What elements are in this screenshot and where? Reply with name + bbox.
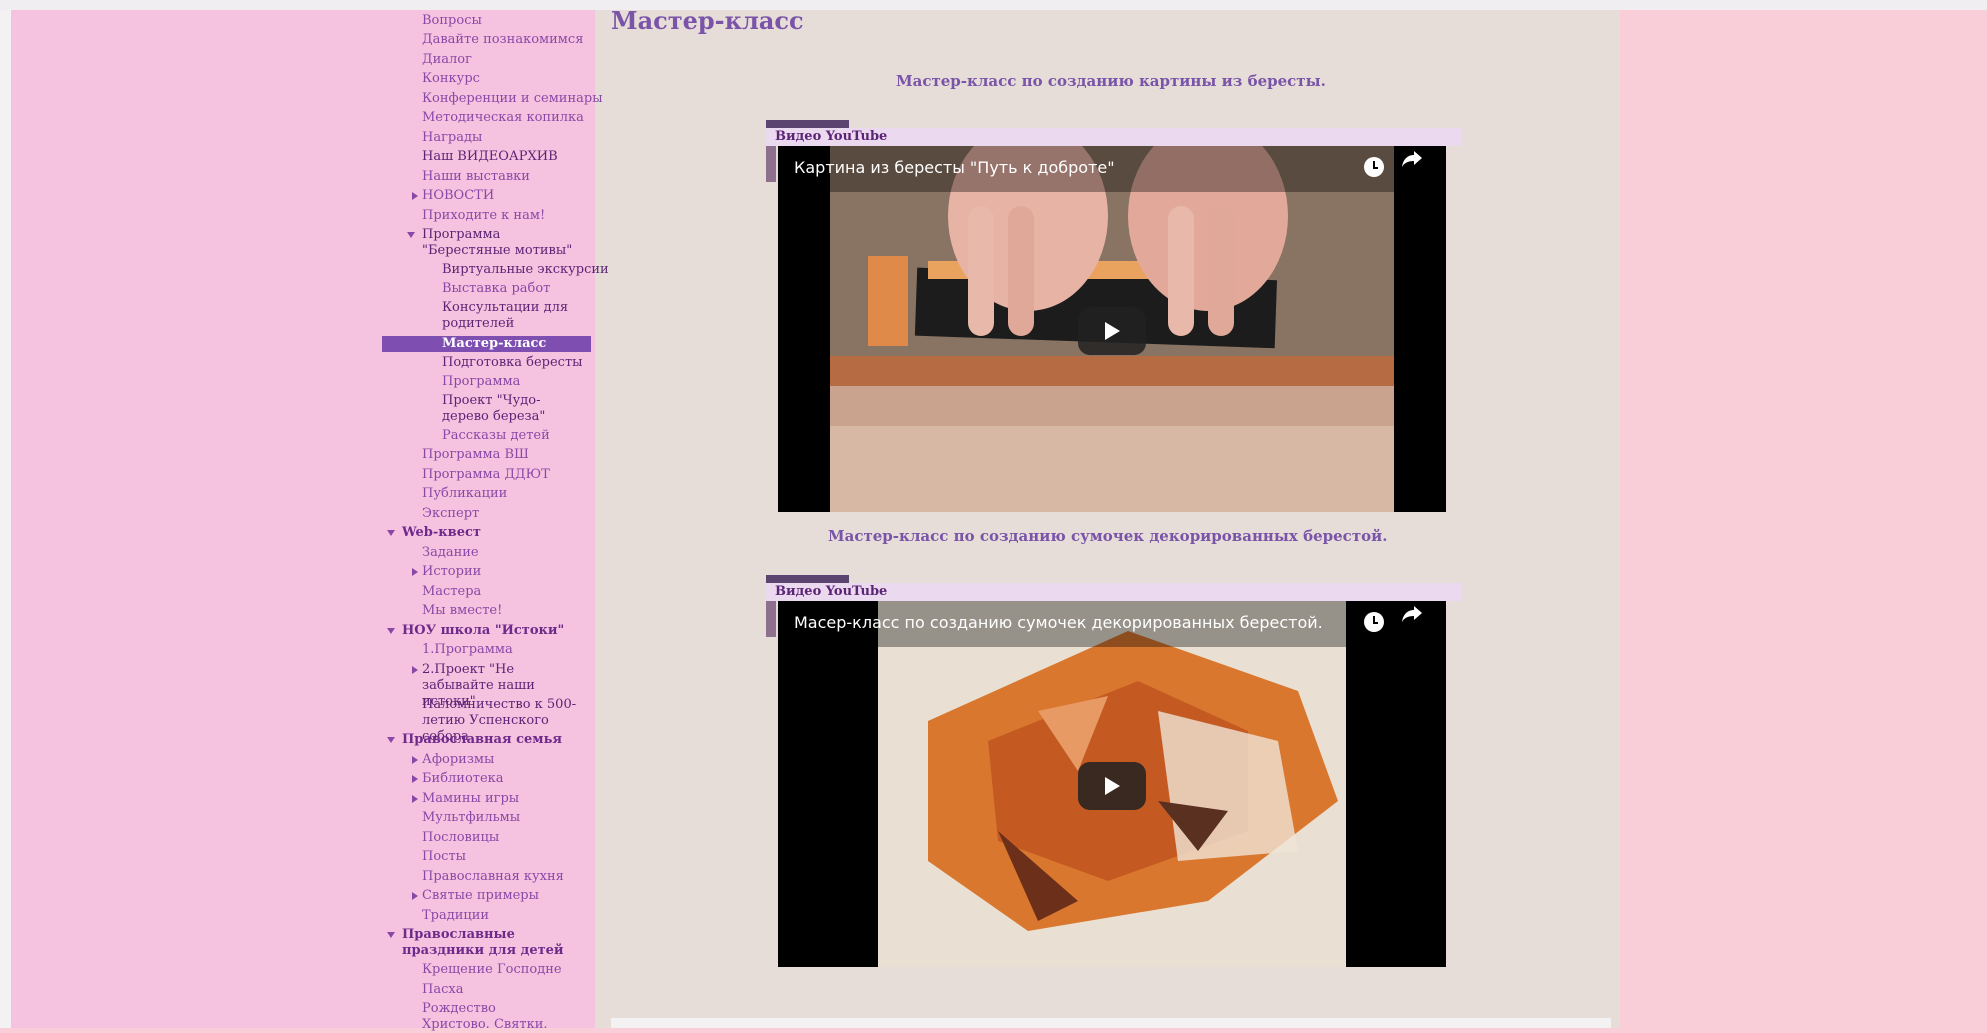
sidebar-item-programma-vsh[interactable]: Программа ВШ <box>422 447 529 463</box>
sidebar-item-1-programma[interactable]: 1.Программа <box>422 642 513 658</box>
sidebar-item-master-klass[interactable]: Мастер-класс <box>382 336 591 352</box>
video-player[interactable]: Картина из бересты "Путь к доброте" <box>778 146 1446 512</box>
sidebar-item-metodicheskaya-kopilka[interactable]: Методическая копилка <box>422 110 584 126</box>
video-player[interactable]: Масер-класс по созданию сумочек декориро… <box>778 601 1446 967</box>
share-icon[interactable] <box>1400 146 1424 170</box>
sidebar-item-istorii[interactable]: Истории <box>422 564 481 580</box>
sidebar-item-nash-videoarkhiv[interactable]: Наш ВИДЕОАРХИВ <box>422 149 558 165</box>
sidebar-item-my-vmeste[interactable]: Мы вместе! <box>422 603 502 619</box>
page-title: Мастер-класс <box>611 6 804 35</box>
video-title[interactable]: Картина из бересты "Путь к доброте" <box>794 158 1115 177</box>
sidebar-item-chudo-derevo[interactable]: Проект "Чудо-дерево береза" <box>442 393 582 425</box>
sidebar-item-poslovitsy[interactable]: Пословицы <box>422 830 499 846</box>
sidebar-item-traditsii[interactable]: Традиции <box>422 908 489 924</box>
content-footer <box>611 1018 1611 1028</box>
collapse-arrow-icon[interactable] <box>387 530 395 536</box>
collapse-arrow-icon[interactable] <box>387 628 395 634</box>
sidebar-item-konkurs[interactable]: Конкурс <box>422 71 480 87</box>
collapse-arrow-icon[interactable] <box>387 932 395 938</box>
sidebar-item-nou-shkola-istoki[interactable]: НОУ школа "Истоки" <box>402 623 564 639</box>
play-icon[interactable] <box>1078 307 1146 355</box>
video-embed: Видео YouTube Масер-класс по созданию су… <box>766 553 1461 967</box>
share-icon[interactable] <box>1400 601 1424 625</box>
play-icon[interactable] <box>1078 762 1146 810</box>
sidebar-item-dialog[interactable]: Диалог <box>422 52 472 68</box>
sidebar-item-publikatsii[interactable]: Публикации <box>422 486 507 502</box>
sidebar-item-kreshchenie[interactable]: Крещение Господне <box>422 962 562 978</box>
sidebar-item-virtualnye-ekskursii[interactable]: Виртуальные экскурсии <box>442 262 609 278</box>
right-margin <box>1620 10 1987 1028</box>
sidebar-item-prikhodite[interactable]: Приходите к нам! <box>422 208 545 224</box>
sidebar-item-rozhdestvo[interactable]: Рождество Христово. Святки. <box>422 1001 562 1033</box>
sidebar-item-zadanie[interactable]: Задание <box>422 545 479 561</box>
sidebar-item-voprosy[interactable]: Вопросы <box>422 13 482 29</box>
sidebar-item-konsultatsii[interactable]: Консультации для родителей <box>442 300 572 332</box>
video-source-label: Видео YouTube <box>775 584 888 599</box>
sidebar-item-podgotovka-beresty[interactable]: Подготовка бересты <box>442 355 583 371</box>
expand-arrow-icon[interactable] <box>412 756 418 764</box>
sidebar-item-pravoslavnaya-kukhnya[interactable]: Православная кухня <box>422 869 564 885</box>
expand-arrow-icon[interactable] <box>412 568 418 576</box>
sidebar-item-web-kvest[interactable]: Web-квест <box>402 525 481 541</box>
sidebar-item-pravoslavnaya-semya[interactable]: Православная семья <box>402 732 562 748</box>
expand-arrow-icon[interactable] <box>412 795 418 803</box>
expand-arrow-icon[interactable] <box>412 775 418 783</box>
sidebar-item-rasskazy-detey[interactable]: Рассказы детей <box>442 428 550 444</box>
sidebar-item-posty[interactable]: Посты <box>422 849 466 865</box>
left-edge <box>0 10 11 1028</box>
sidebar-item-vystavka-rabot[interactable]: Выставка работ <box>442 281 550 297</box>
sidebar-item-programma-ddyut[interactable]: Программа ДДЮТ <box>422 467 550 483</box>
sidebar-item-mastera[interactable]: Мастера <box>422 584 481 600</box>
sidebar-item-maminy-igry[interactable]: Мамины игры <box>422 791 519 807</box>
watch-later-icon[interactable] <box>1364 612 1384 632</box>
sidebar-item-berestyanye-motivy[interactable]: Программа "Берестяные мотивы" <box>422 227 587 259</box>
sidebar-item-nagrady[interactable]: Награды <box>422 130 482 146</box>
expand-arrow-icon[interactable] <box>412 892 418 900</box>
sidebar-item-nashi-vystavki[interactable]: Наши выставки <box>422 169 530 185</box>
watch-later-icon[interactable] <box>1364 157 1384 177</box>
video-side-strip <box>766 146 776 182</box>
sidebar-item-aforizmy[interactable]: Афоризмы <box>422 752 494 768</box>
video-source-label: Видео YouTube <box>775 129 888 144</box>
sidebar-item-programma[interactable]: Программа <box>442 374 520 390</box>
sidebar-item-novosti[interactable]: НОВОСТИ <box>422 188 494 204</box>
video-title[interactable]: Масер-класс по созданию сумочек декориро… <box>794 613 1323 632</box>
sidebar-item-multfilmy[interactable]: Мультфильмы <box>422 810 520 826</box>
sidebar-item-biblioteka[interactable]: Библиотека <box>422 771 504 787</box>
collapse-arrow-icon[interactable] <box>407 232 415 238</box>
video-heading: Мастер-класс по созданию картины из бере… <box>896 72 1326 90</box>
sidebar-item-paskha[interactable]: Пасха <box>422 982 463 998</box>
video-side-strip <box>766 601 776 637</box>
sidebar-item-ekspert[interactable]: Эксперт <box>422 506 479 522</box>
sidebar-item-pravoslavnye-prazdniki[interactable]: Православные праздники для детей <box>402 927 587 959</box>
sidebar-item-svyatye-primery[interactable]: Святые примеры <box>422 888 539 904</box>
sidebar-item-label: Мастер-класс <box>442 336 547 351</box>
expand-arrow-icon[interactable] <box>412 666 418 674</box>
sidebar-item-davayte-poznakomimsya[interactable]: Давайте познакомимся <box>422 32 583 48</box>
sidebar-item-konferentsii[interactable]: Конференции и семинары <box>422 91 603 107</box>
expand-arrow-icon[interactable] <box>412 192 418 200</box>
video-heading: Мастер-класс по созданию сумочек декорир… <box>828 527 1388 545</box>
video-embed: Видео YouTube Картина из бересты "Путь к… <box>766 98 1461 512</box>
collapse-arrow-icon[interactable] <box>387 737 395 743</box>
